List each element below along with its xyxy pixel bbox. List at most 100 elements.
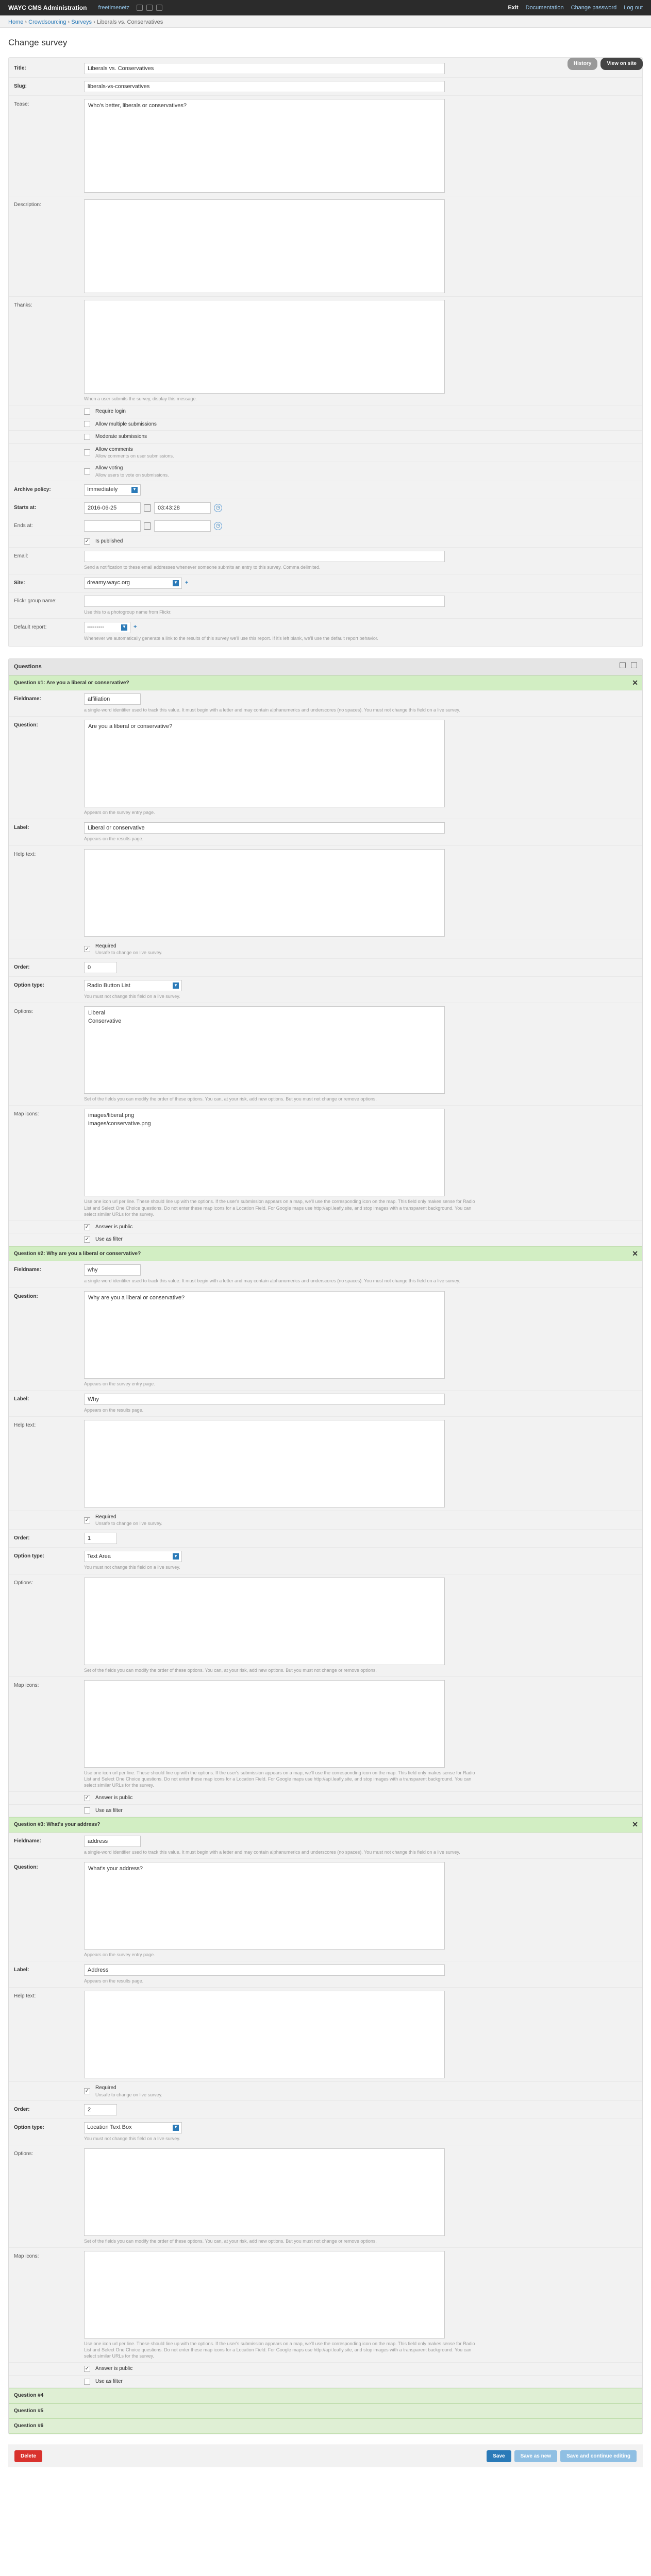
- published-checkbox[interactable]: ✓: [84, 538, 90, 545]
- required-row[interactable]: ✓ Required Unsafe to change on live survey…: [9, 1511, 642, 1530]
- question-textarea[interactable]: Are you a liberal or conservative?: [84, 720, 445, 808]
- clock-icon[interactable]: ◷: [214, 521, 222, 530]
- view-icon[interactable]: [146, 5, 153, 11]
- delete-button[interactable]: Delete: [14, 2450, 43, 2463]
- answer-public-checkbox[interactable]: ✓: [84, 1794, 90, 1801]
- require-login-row[interactable]: Require login: [9, 405, 642, 418]
- ends-time-input[interactable]: [154, 520, 211, 532]
- home-icon[interactable]: [137, 5, 143, 11]
- option-type-select[interactable]: Radio Button List ▼: [84, 980, 182, 992]
- map-icons-textarea[interactable]: images/liberal.png images/conservative.p…: [84, 1109, 445, 1197]
- breadcrumb-home[interactable]: Home: [8, 19, 23, 25]
- option-type-select[interactable]: Text Area ▼: [84, 1551, 182, 1563]
- ends-date-input[interactable]: [84, 520, 141, 532]
- use-as-filter-row[interactable]: Use as filter: [9, 2376, 642, 2388]
- use-as-filter-row[interactable]: ✓ Use as filter: [9, 1233, 642, 1246]
- thanks-textarea[interactable]: [84, 299, 445, 394]
- description-textarea[interactable]: [84, 199, 445, 293]
- question-collapsed[interactable]: Question #4: [9, 2388, 642, 2403]
- help-text-textarea[interactable]: [84, 1991, 445, 2079]
- save-button[interactable]: Save: [487, 2450, 511, 2463]
- question-collapsed[interactable]: Question #5: [9, 2403, 642, 2419]
- published-row[interactable]: ✓ Is published: [9, 535, 642, 548]
- required-row[interactable]: ✓ Required Unsafe to change on live survey…: [9, 2082, 642, 2101]
- required-row[interactable]: ✓ Required Unsafe to change on live survey…: [9, 940, 642, 959]
- label-input[interactable]: [84, 1393, 445, 1405]
- order-input[interactable]: [84, 962, 117, 974]
- answer-public-row[interactable]: ✓ Answer is public: [9, 1792, 642, 1805]
- map-icons-textarea[interactable]: [84, 2251, 445, 2338]
- require-login-checkbox[interactable]: [84, 408, 90, 415]
- sort-icon[interactable]: [631, 662, 637, 668]
- question-collapsed-header[interactable]: Question #6: [9, 2418, 642, 2434]
- starts-time-input[interactable]: [154, 502, 211, 514]
- add-site-icon[interactable]: +: [185, 580, 188, 586]
- collapse-icon[interactable]: [620, 662, 626, 668]
- fieldname-input[interactable]: [84, 1264, 141, 1276]
- use-as-filter-checkbox[interactable]: [84, 1807, 90, 1814]
- fieldname-input[interactable]: [84, 693, 141, 705]
- question-collapsed-header[interactable]: Question #5: [9, 2403, 642, 2419]
- logout-link[interactable]: Log out: [624, 4, 643, 12]
- close-icon[interactable]: ✕: [632, 1820, 638, 1829]
- order-input[interactable]: [84, 1533, 117, 1545]
- close-icon[interactable]: ✕: [632, 678, 638, 688]
- site-select[interactable]: dreamy.wayc.org ▼: [84, 577, 182, 589]
- save-continue-button[interactable]: Save and continue editing: [560, 2450, 637, 2463]
- answer-public-checkbox[interactable]: ✓: [84, 1224, 90, 1230]
- email-input[interactable]: [84, 551, 445, 563]
- allow-voting-row[interactable]: Allow voting Allow users to vote on submi…: [9, 462, 642, 481]
- required-checkbox[interactable]: ✓: [84, 946, 90, 953]
- use-as-filter-checkbox[interactable]: ✓: [84, 1236, 90, 1243]
- clock-icon[interactable]: ◷: [214, 503, 222, 512]
- map-icons-textarea[interactable]: [84, 1680, 445, 1768]
- calendar-icon[interactable]: [144, 522, 151, 530]
- options-textarea[interactable]: [84, 1577, 445, 1665]
- label-input[interactable]: [84, 822, 445, 834]
- calendar-icon[interactable]: [144, 504, 151, 512]
- allow-multiple-checkbox[interactable]: [84, 421, 90, 428]
- required-checkbox[interactable]: ✓: [84, 2088, 90, 2094]
- title-input[interactable]: [84, 62, 445, 74]
- tease-textarea[interactable]: Who's better, liberals or conservatives?: [84, 98, 445, 193]
- label-input[interactable]: [84, 1964, 445, 1976]
- options-textarea[interactable]: [84, 2148, 445, 2236]
- settings-icon[interactable]: [156, 5, 162, 11]
- options-textarea[interactable]: Liberal Conservative: [84, 1006, 445, 1094]
- answer-public-row[interactable]: ✓ Answer is public: [9, 2363, 642, 2376]
- slug-input[interactable]: [84, 80, 445, 92]
- help-text-textarea[interactable]: [84, 1419, 445, 1507]
- allow-multiple-row[interactable]: Allow multiple submissions: [9, 418, 642, 431]
- option-type-select[interactable]: Location Text Box ▼: [84, 2122, 182, 2133]
- documentation-link[interactable]: Documentation: [526, 4, 564, 12]
- question-textarea[interactable]: Why are you a liberal or conservative?: [84, 1291, 445, 1379]
- breadcrumb-surveys[interactable]: Surveys: [71, 19, 92, 25]
- allow-comments-row[interactable]: Allow comments Allow comments on user sub…: [9, 444, 642, 463]
- order-input[interactable]: [84, 2104, 117, 2115]
- view-on-site-button[interactable]: View on site: [600, 58, 643, 70]
- question-collapsed[interactable]: Question #6: [9, 2418, 642, 2434]
- flickr-input[interactable]: [84, 595, 445, 607]
- help-text-textarea[interactable]: [84, 849, 445, 937]
- question-collapsed-header[interactable]: Question #4: [9, 2388, 642, 2403]
- exit-link[interactable]: Exit: [508, 4, 518, 12]
- starts-date-input[interactable]: [84, 502, 141, 514]
- site-link[interactable]: freetimenetz: [98, 4, 129, 12]
- save-as-new-button[interactable]: Save as new: [514, 2450, 558, 2463]
- moderate-checkbox[interactable]: [84, 433, 90, 440]
- use-as-filter-row[interactable]: Use as filter: [9, 1805, 642, 1818]
- question-textarea[interactable]: What's your address?: [84, 1861, 445, 1950]
- change-password-link[interactable]: Change password: [571, 4, 617, 12]
- use-as-filter-checkbox[interactable]: [84, 2378, 90, 2385]
- required-checkbox[interactable]: ✓: [84, 1517, 90, 1523]
- archive-policy-select[interactable]: Immediately ▼: [84, 484, 141, 496]
- answer-public-row[interactable]: ✓ Answer is public: [9, 1221, 642, 1234]
- default-report-select[interactable]: --------- ▼: [84, 621, 130, 633]
- answer-public-checkbox[interactable]: ✓: [84, 2366, 90, 2372]
- add-report-icon[interactable]: +: [133, 624, 137, 630]
- breadcrumb-crowdsourcing[interactable]: Crowdsourcing: [28, 19, 66, 25]
- close-icon[interactable]: ✕: [632, 1249, 638, 1259]
- allow-voting-checkbox[interactable]: [84, 468, 90, 475]
- fieldname-input[interactable]: [84, 1835, 141, 1847]
- history-button[interactable]: History: [567, 58, 598, 70]
